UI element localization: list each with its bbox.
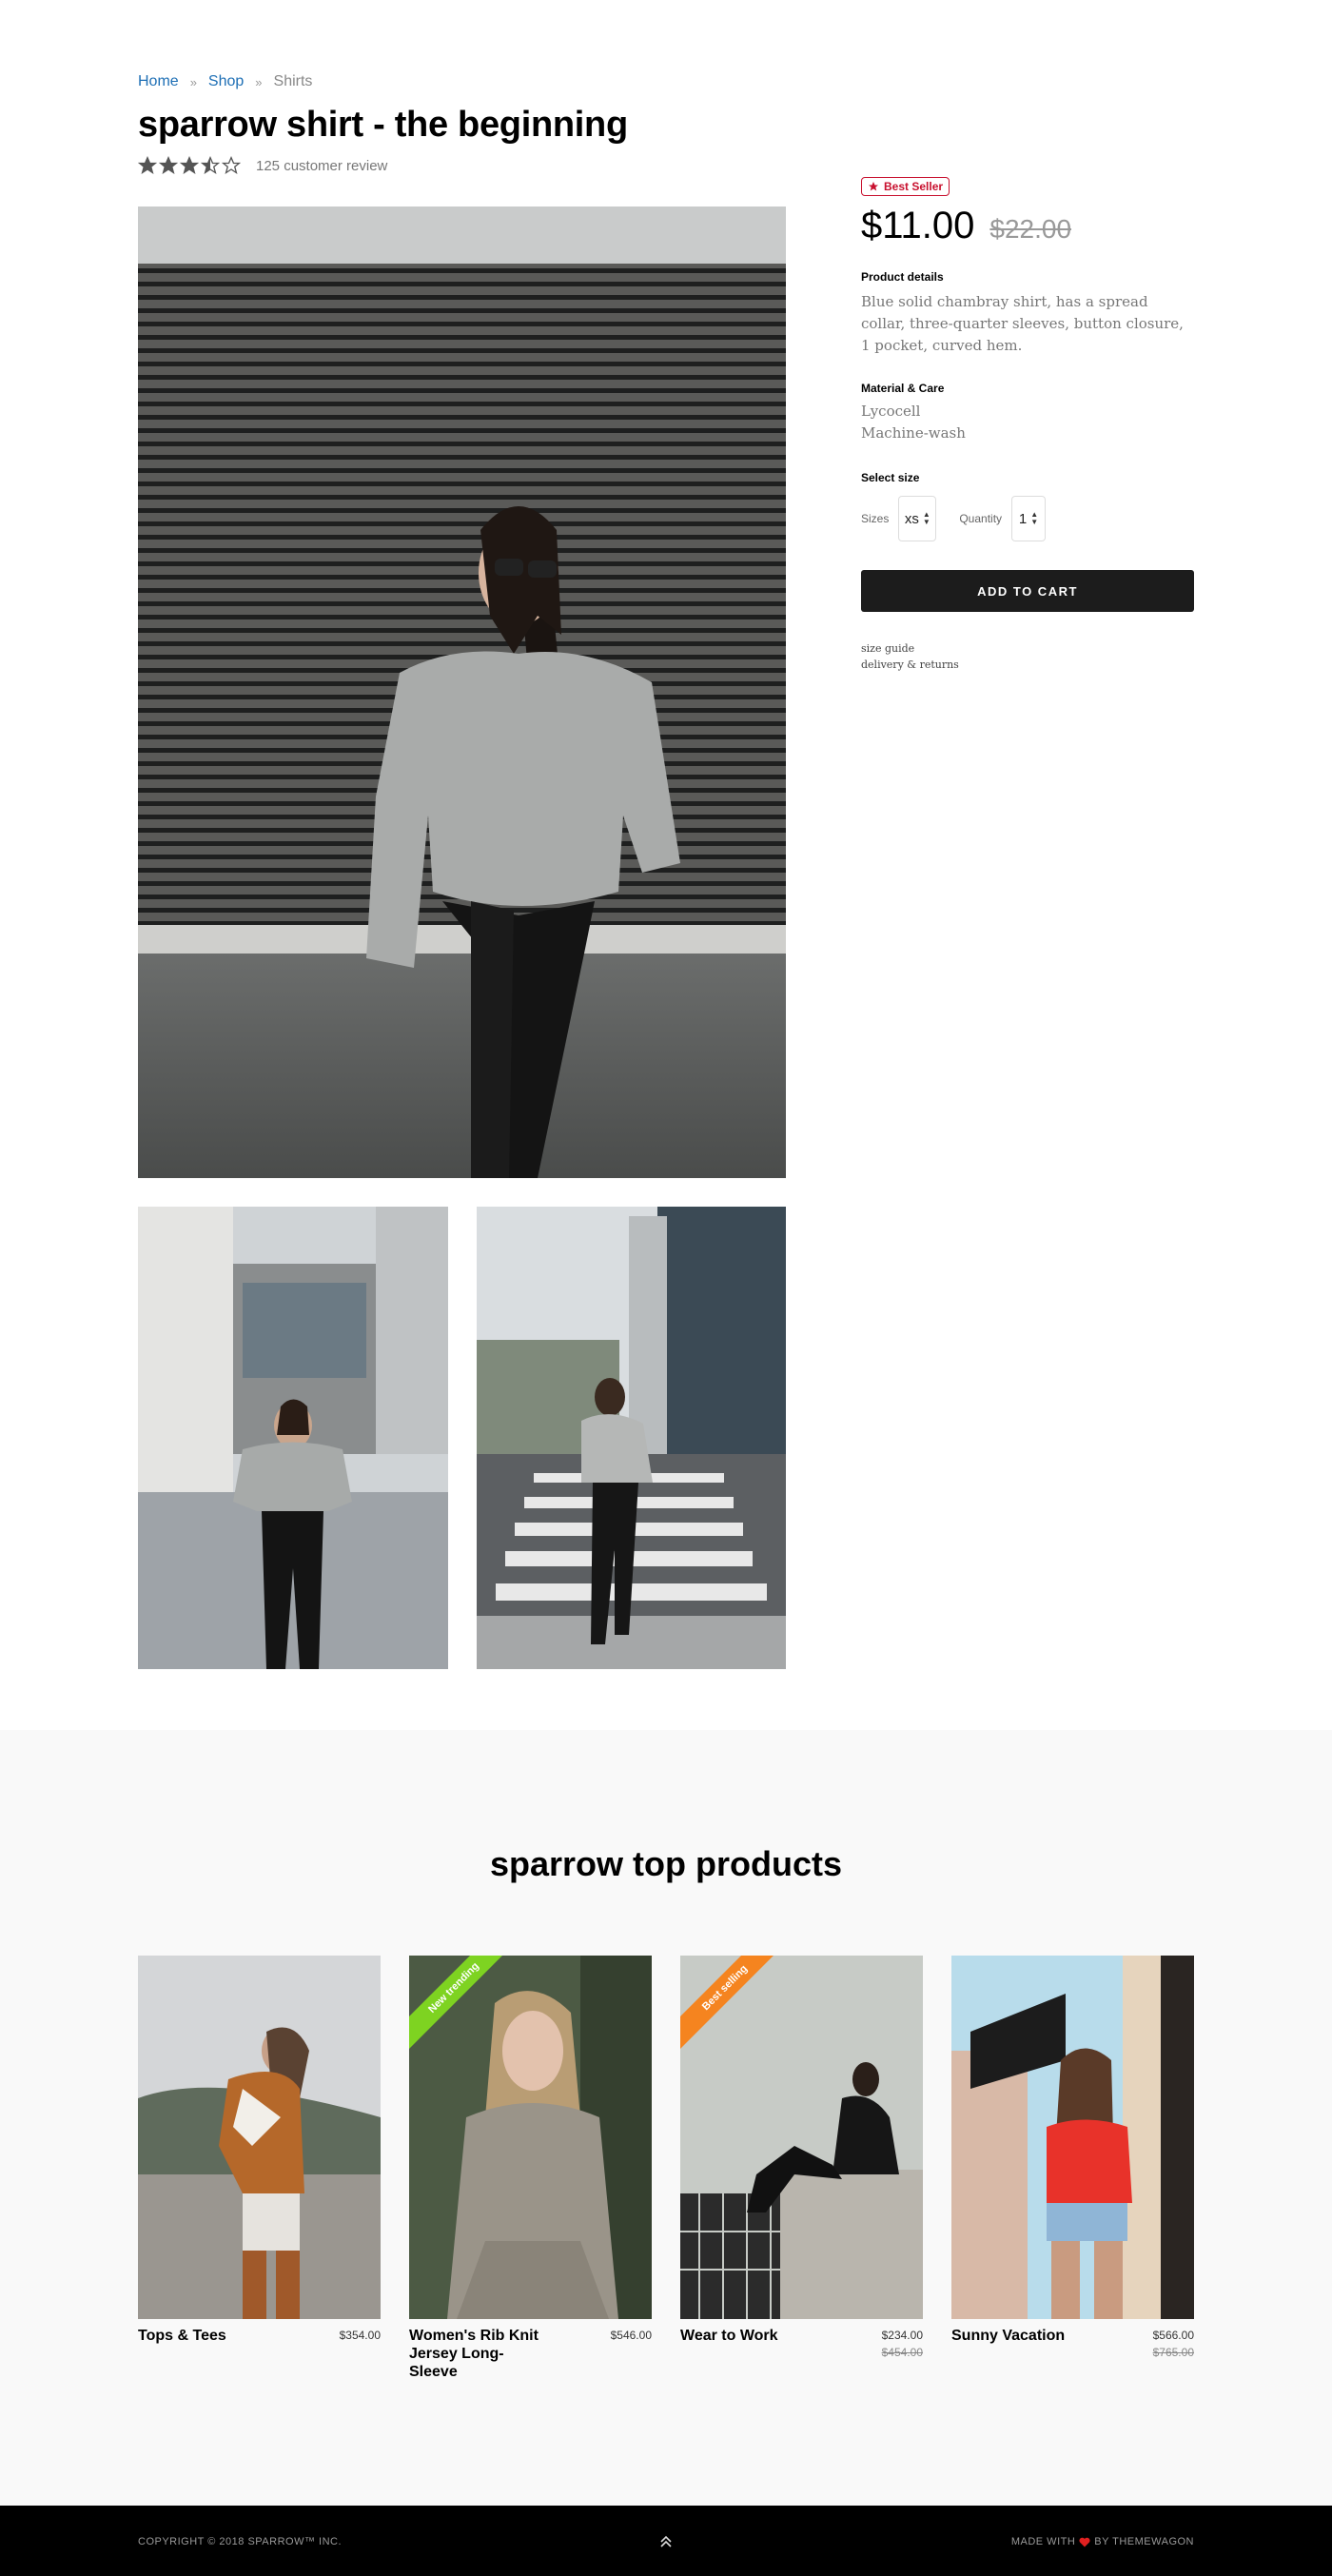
current-price: $11.00: [861, 205, 975, 246]
product-price: $546.00: [611, 2327, 652, 2381]
breadcrumb-shop-link[interactable]: Shop: [208, 73, 244, 90]
product-card[interactable]: Tops & Tees $354.00: [138, 1956, 381, 2345]
product-card-image[interactable]: [951, 1956, 1194, 2319]
badge-label: Best Seller: [884, 180, 944, 193]
made-prefix: MADE WITH: [1010, 2536, 1076, 2547]
material-line: Lycocell: [861, 403, 921, 420]
page-title: sparrow shirt - the beginning: [138, 105, 628, 145]
select-size-heading: Select size: [861, 471, 920, 484]
quantity-stepper[interactable]: 1 ▲ ▼: [1011, 496, 1047, 541]
made-with-text: MADE WITH BY THEMEWAGON: [1011, 2536, 1194, 2547]
product-card-image[interactable]: New trending: [409, 1956, 652, 2319]
delivery-returns-link[interactable]: delivery & returns: [861, 657, 1194, 673]
section-title: sparrow top products: [489, 1844, 843, 1883]
price-old: $454.00: [881, 2346, 923, 2359]
product-card[interactable]: New trending Women's Rib Knit Jersey Lon…: [409, 1956, 652, 2381]
size-quantity-row: Sizes xs ▲ ▼ Quantity 1 ▲ ▼: [861, 496, 1194, 541]
product-info-panel: Best Seller $11.00 $22.00 Product detail…: [861, 177, 1194, 673]
product-price: $354.00: [340, 2327, 381, 2345]
care-line: Machine-wash: [861, 424, 966, 442]
info-links: size guide delivery & returns: [861, 640, 1194, 673]
updown-icon: ▲ ▼: [1030, 510, 1039, 526]
product-name[interactable]: Women's Rib Knit Jersey Long-Sleeve: [409, 2327, 552, 2381]
product-name[interactable]: Wear to Work: [680, 2327, 823, 2361]
breadcrumb: Home » Shop » Shirts: [138, 73, 312, 90]
price-current: $566.00: [1152, 2329, 1194, 2342]
star-icon: [222, 156, 241, 175]
made-suffix[interactable]: BY THEMEWAGON: [1094, 2536, 1194, 2547]
old-price: $22.00: [989, 214, 1072, 244]
star-icon: [201, 156, 220, 175]
product-main-image[interactable]: [138, 206, 786, 1178]
footer: COPYRIGHT © 2018 SPARROW™ INC. MADE WITH…: [0, 2506, 1332, 2576]
breadcrumb-separator: »: [189, 74, 197, 89]
material-heading: Material & Care: [861, 382, 945, 395]
add-to-cart-button[interactable]: ADD TO CART: [861, 570, 1194, 612]
review-count: 125 customer review: [256, 157, 388, 174]
size-guide-link[interactable]: size guide: [861, 640, 1194, 657]
size-select[interactable]: xs ▲ ▼: [898, 496, 937, 541]
product-card-image[interactable]: [138, 1956, 381, 2319]
quantity-label: Quantity: [959, 512, 1003, 525]
price-old: $765.00: [1152, 2346, 1194, 2359]
product-price: $234.00 $454.00: [882, 2327, 923, 2361]
product-thumbnail[interactable]: [138, 1207, 448, 1669]
best-seller-badge: Best Seller: [861, 177, 950, 196]
price-current: $546.00: [610, 2329, 652, 2342]
star-icon: [159, 156, 178, 175]
product-thumbnail[interactable]: [477, 1207, 786, 1669]
quantity-value: 1: [1018, 510, 1028, 527]
updown-icon: ▲ ▼: [922, 510, 930, 526]
star-icon: [138, 156, 157, 175]
product-details-text: Blue solid chambray shirt, has a spread …: [861, 293, 1184, 354]
product-card[interactable]: Sunny Vacation $566.00 $765.00: [951, 1956, 1194, 2361]
product-card-image[interactable]: Best selling: [680, 1956, 923, 2319]
product-name[interactable]: Sunny Vacation: [951, 2327, 1094, 2361]
price-current: $354.00: [339, 2329, 381, 2342]
breadcrumb-current: Shirts: [273, 73, 313, 89]
breadcrumb-home-link[interactable]: Home: [138, 73, 179, 90]
heart-icon: [1079, 2537, 1090, 2547]
product-rating: 125 customer review: [138, 156, 387, 175]
price-current: $234.00: [881, 2329, 923, 2342]
copyright-text: COPYRIGHT © 2018 SPARROW™ INC.: [138, 2536, 343, 2547]
product-price: $566.00 $765.00: [1153, 2327, 1194, 2361]
product-details-heading: Product details: [861, 270, 944, 284]
rating-stars: [138, 156, 241, 175]
breadcrumb-separator: »: [255, 74, 263, 89]
size-value: xs: [904, 510, 919, 527]
star-icon: [180, 156, 199, 175]
product-name[interactable]: Tops & Tees: [138, 2327, 281, 2345]
top-products-section: sparrow top products Tops & Tees $354.00: [0, 1730, 1332, 2506]
price-row: $11.00 $22.00: [861, 205, 1194, 247]
sizes-label: Sizes: [861, 512, 890, 525]
chevron-up-icon[interactable]: [656, 2532, 676, 2551]
star-icon: [868, 181, 879, 192]
product-card[interactable]: Best selling Wear to Work $234.00 $454.0…: [680, 1956, 923, 2361]
